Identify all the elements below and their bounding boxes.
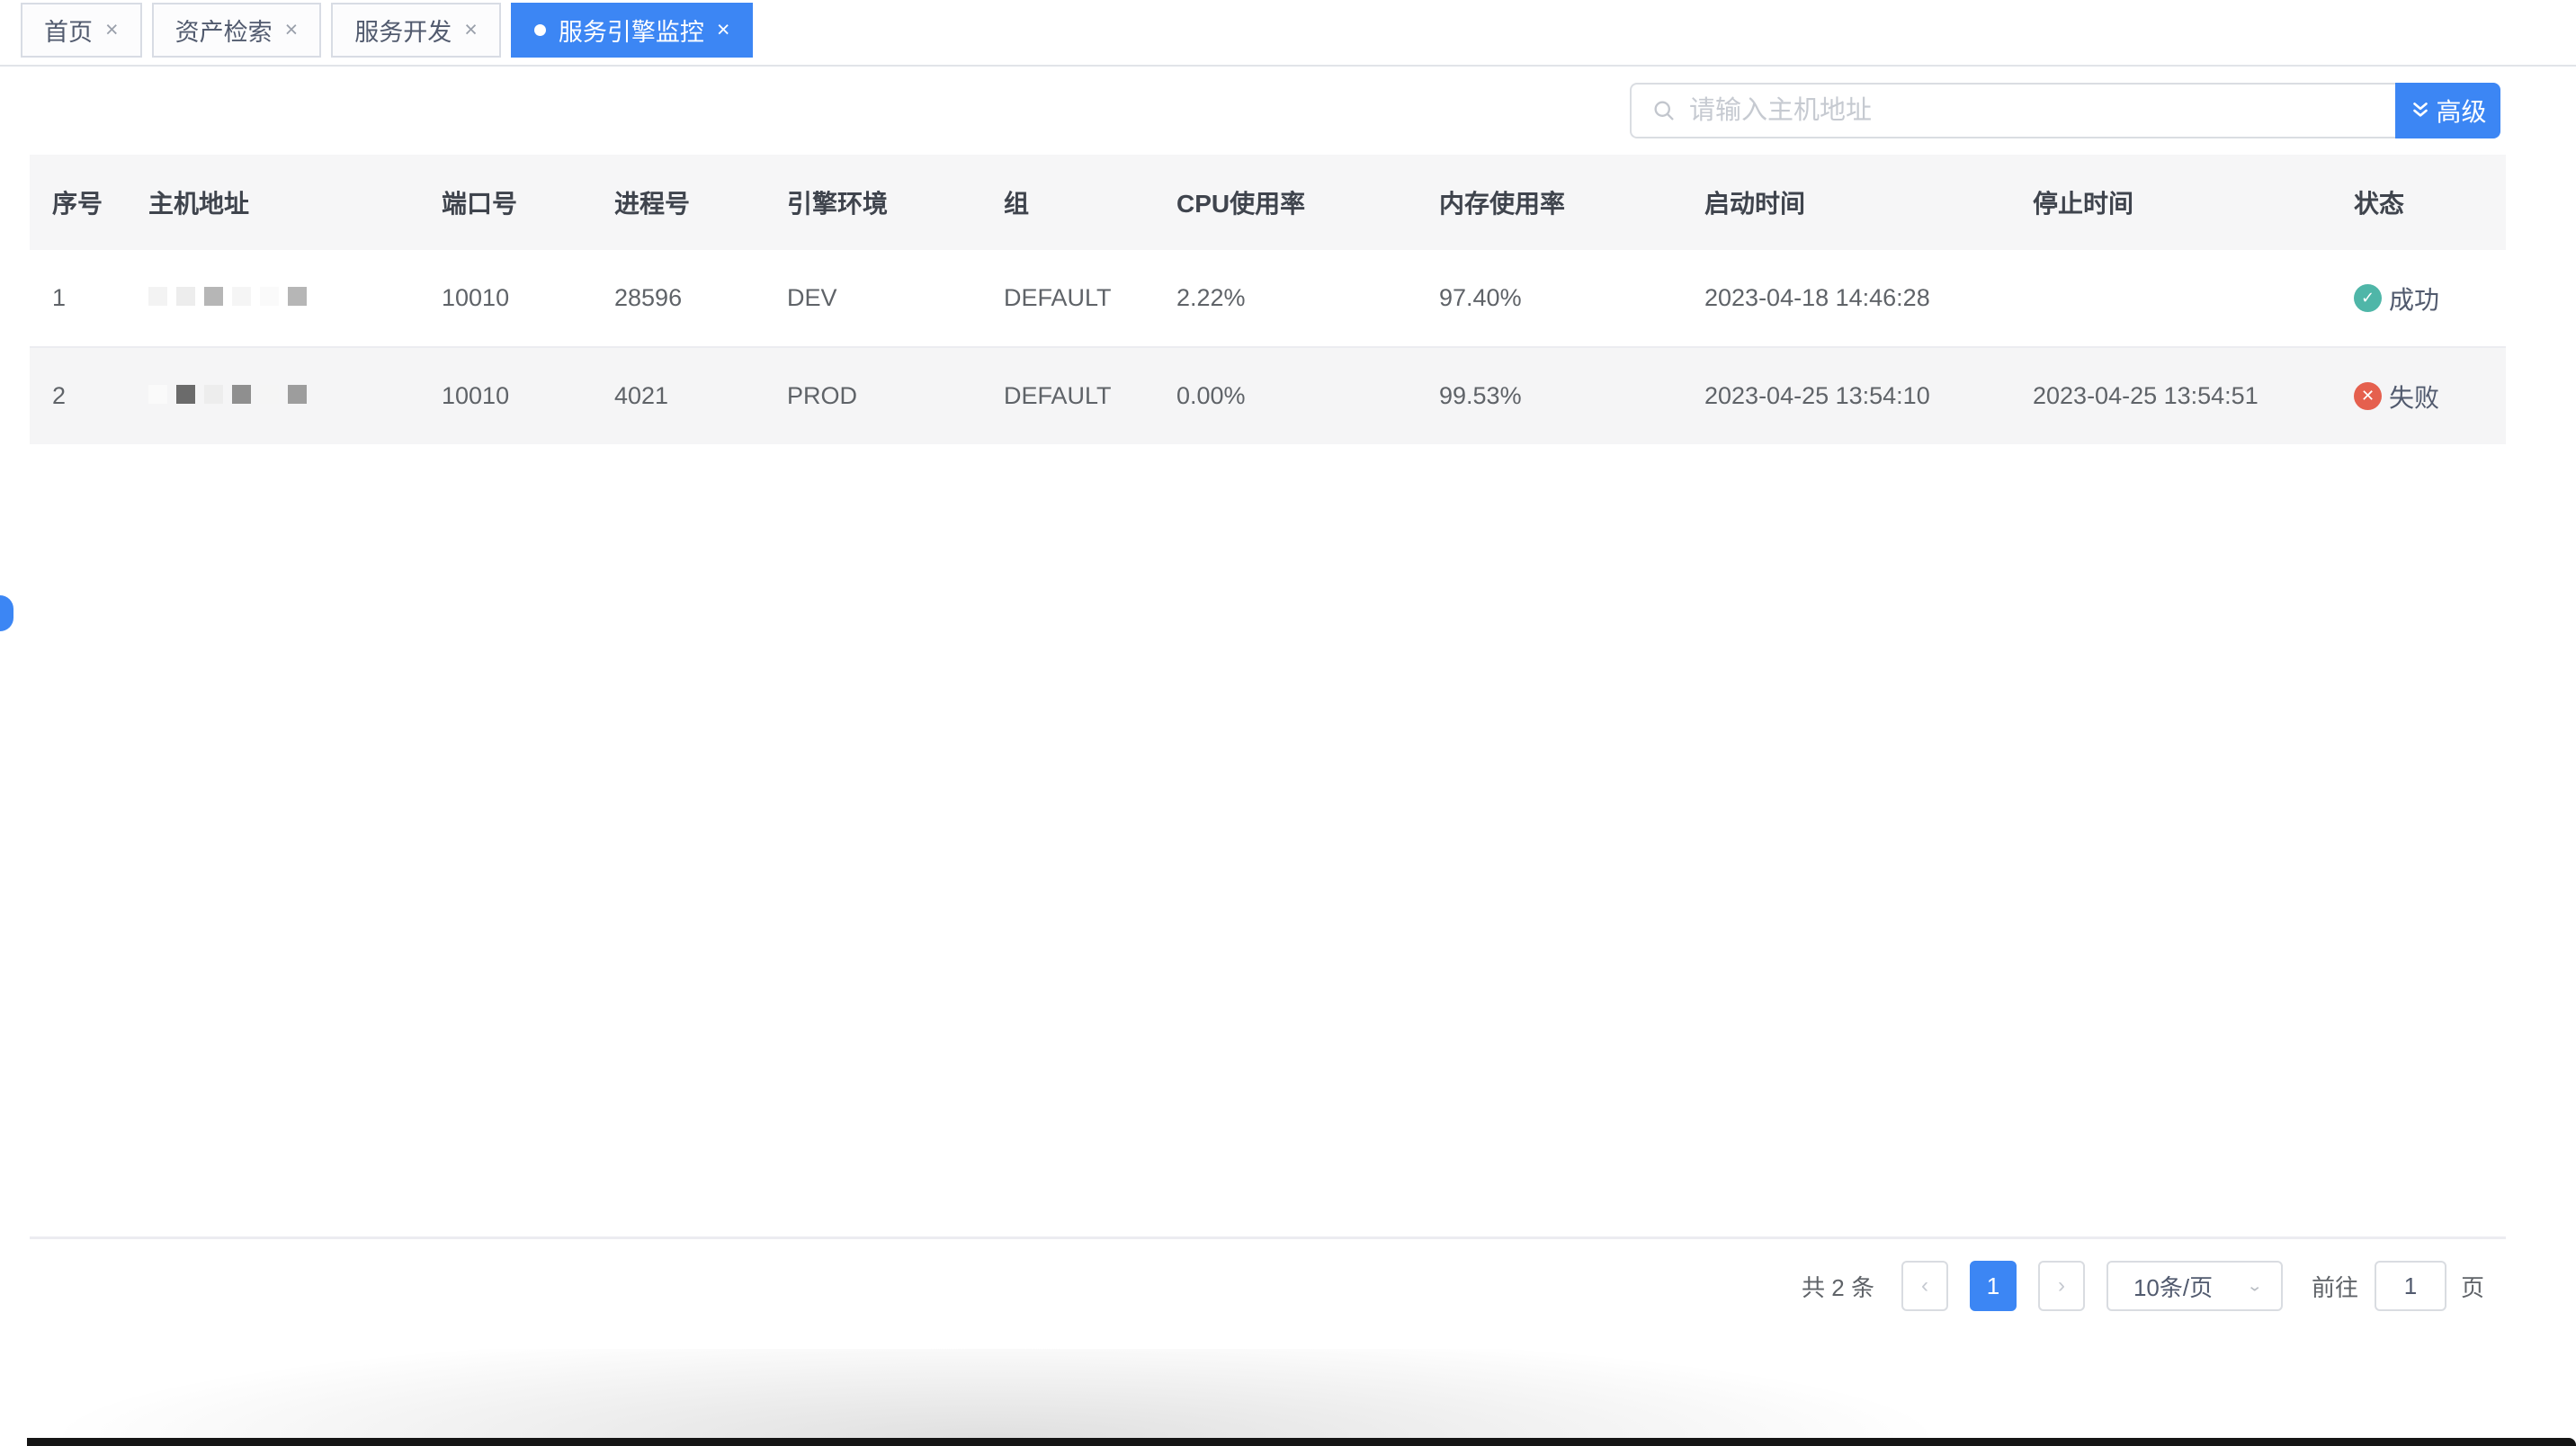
- close-icon[interactable]: ×: [464, 19, 478, 41]
- next-page-button[interactable]: ›: [2037, 1261, 2085, 1311]
- cell-port: 10010: [419, 250, 592, 348]
- col-cpu: CPU使用率: [1154, 155, 1417, 250]
- close-icon[interactable]: ×: [285, 19, 299, 41]
- tab-bar: 首页 × 资产检索 × 服务开发 × 服务引擎监控 ×: [0, 0, 2576, 67]
- engine-monitor-table: 序号 主机地址 端口号 进程号 引擎环境 组 CPU使用率 内存使用率 启动时间…: [30, 155, 2506, 444]
- cell-cpu: 2.22%: [1154, 250, 1417, 348]
- cell-start-time: 2023-04-18 14:46:28: [1682, 250, 2010, 348]
- search-input[interactable]: [1689, 86, 2395, 135]
- page-size-value: 10条/页: [2133, 1273, 2214, 1301]
- status-label: 失败: [2389, 383, 2440, 412]
- prev-page-button[interactable]: ‹: [1901, 1261, 1948, 1311]
- col-group: 组: [981, 155, 1154, 250]
- pagination-total: 共 2 条: [1802, 1273, 1874, 1301]
- pagination: 共 2 条 ‹ 1 › 10条/页 ⌄ 前往 页: [1802, 1261, 2484, 1311]
- bottom-window-edge: [27, 1438, 2576, 1446]
- sidebar-expand-handle[interactable]: [0, 595, 13, 631]
- cell-status: ✓ 成功: [2331, 250, 2506, 348]
- col-memory: 内存使用率: [1417, 155, 1682, 250]
- tab-label: 首页: [44, 19, 93, 46]
- chevron-left-icon: ‹: [1920, 1273, 1928, 1298]
- col-env: 引擎环境: [765, 155, 981, 250]
- cell-memory: 99.53%: [1417, 347, 1682, 444]
- cell-stop-time: [2010, 250, 2331, 348]
- cell-env: PROD: [765, 347, 981, 444]
- col-status: 状态: [2331, 155, 2506, 250]
- status-label: 成功: [2389, 285, 2440, 314]
- chevron-right-icon: ›: [2057, 1273, 2065, 1298]
- page-size-select[interactable]: 10条/页 ⌄: [2106, 1261, 2283, 1311]
- cell-host-redacted: [126, 347, 419, 444]
- tab-label: 服务开发: [354, 19, 452, 46]
- fail-cross-icon: ✕: [2354, 382, 2382, 410]
- tab-label: 服务引擎监控: [558, 19, 704, 46]
- cell-index: 2: [30, 347, 126, 444]
- redacted-host-mosaic: [148, 287, 307, 306]
- redacted-host-mosaic: [148, 385, 307, 404]
- search-icon: [1654, 101, 1674, 120]
- cell-cpu: 0.00%: [1154, 347, 1417, 444]
- tab-service-engine-monitor[interactable]: 服务引擎监控 ×: [510, 3, 754, 58]
- tab-label: 资产检索: [174, 19, 273, 46]
- cell-env: DEV: [765, 250, 981, 348]
- success-check-icon: ✓: [2354, 284, 2382, 312]
- close-icon[interactable]: ×: [105, 19, 119, 41]
- cell-stop-time: 2023-04-25 13:54:51: [2010, 347, 2331, 444]
- col-start-time: 启动时间: [1682, 155, 2010, 250]
- table-header-row: 序号 主机地址 端口号 进程号 引擎环境 组 CPU使用率 内存使用率 启动时间…: [30, 155, 2506, 250]
- double-chevron-down-icon: [2413, 103, 2428, 117]
- col-stop-time: 停止时间: [2010, 155, 2331, 250]
- bottom-window-shadow: [27, 1349, 2576, 1438]
- cell-host-redacted: [126, 250, 419, 348]
- page: 首页 × 资产检索 × 服务开发 × 服务引擎监控 × 请输入主机地址 高级 序…: [0, 0, 2576, 1446]
- page-unit-label: 页: [2460, 1273, 2484, 1301]
- goto-label: 前往: [2311, 1273, 2358, 1301]
- col-port: 端口号: [419, 155, 592, 250]
- advanced-search-button[interactable]: 高级: [2395, 83, 2500, 138]
- table-row: 1 10010 28596 DEV DEFAULT 2.22% 97.40% 2…: [30, 250, 2506, 348]
- tab-home[interactable]: 首页 ×: [21, 3, 142, 58]
- page-number-button[interactable]: 1: [1969, 1261, 2017, 1311]
- cell-port: 10010: [419, 347, 592, 444]
- cell-group: DEFAULT: [981, 250, 1154, 348]
- cell-index: 1: [30, 250, 126, 348]
- tab-service-dev[interactable]: 服务开发 ×: [331, 3, 501, 58]
- cell-start-time: 2023-04-25 13:54:10: [1682, 347, 2010, 444]
- close-icon[interactable]: ×: [717, 19, 730, 41]
- table-bottom-divider: [30, 1236, 2506, 1239]
- cell-status: ✕ 失败: [2331, 347, 2506, 444]
- cell-memory: 97.40%: [1417, 250, 1682, 348]
- col-host: 主机地址: [126, 155, 419, 250]
- table-row: 2 10010 4021 PROD DEFAULT 0.00% 99.53% 2…: [30, 347, 2506, 444]
- advanced-search-label: 高级: [2436, 98, 2487, 126]
- cell-group: DEFAULT: [981, 347, 1154, 444]
- col-index: 序号: [30, 155, 126, 250]
- search-bar: 高级: [1630, 83, 2500, 138]
- chevron-down-icon: ⌄: [2246, 1276, 2263, 1295]
- goto-page-input[interactable]: [2374, 1261, 2446, 1311]
- cell-pid: 28596: [592, 250, 765, 348]
- search-box: [1630, 83, 2395, 138]
- cell-pid: 4021: [592, 347, 765, 444]
- col-pid: 进程号: [592, 155, 765, 250]
- active-dot-icon: [533, 24, 546, 36]
- tab-asset-search[interactable]: 资产检索 ×: [151, 3, 322, 58]
